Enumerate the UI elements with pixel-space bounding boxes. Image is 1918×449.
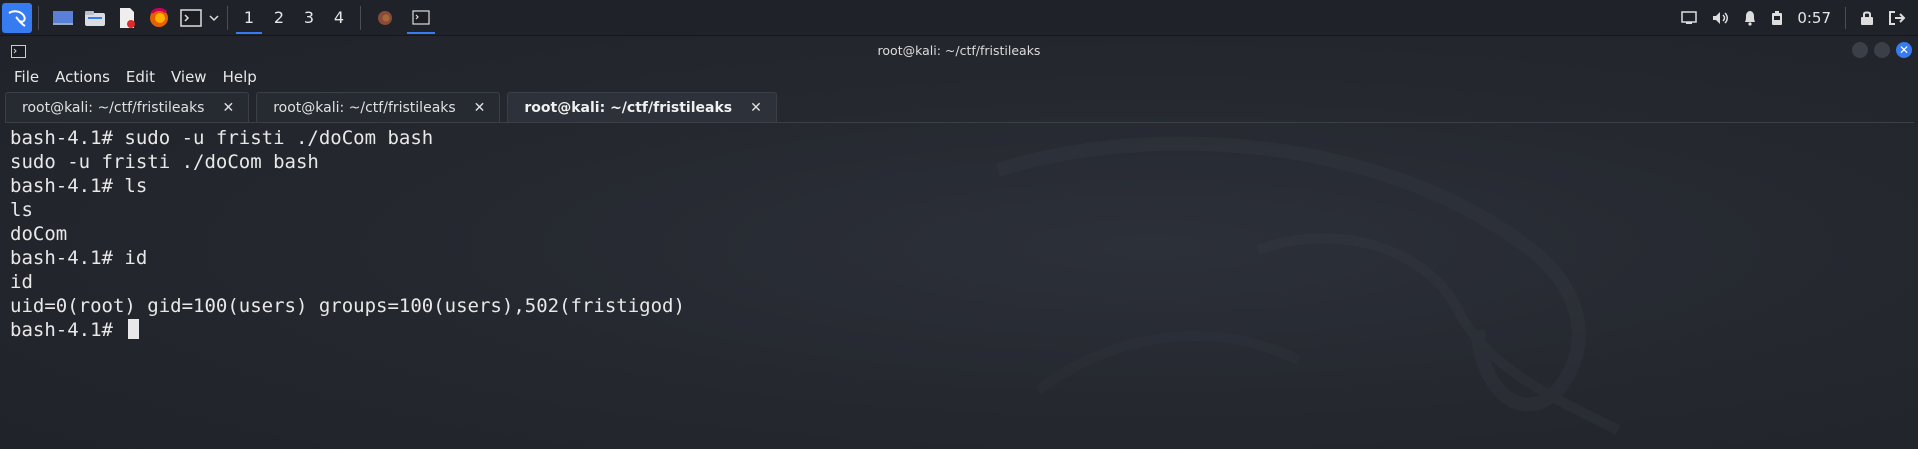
workspace-1[interactable]: 1 bbox=[234, 0, 264, 35]
volume-icon[interactable] bbox=[1711, 10, 1729, 26]
workspace-2[interactable]: 2 bbox=[264, 0, 294, 35]
tab-label: root@kali: ~/ctf/fristileaks bbox=[524, 99, 733, 116]
terminal-prompt: bash-4.1# bbox=[10, 319, 125, 341]
menu-bar: File Actions Edit View Help bbox=[6, 66, 265, 88]
terminal-line: bash-4.1# sudo -u fristi ./doCom bash bbox=[10, 127, 434, 149]
close-icon: ✕ bbox=[1898, 43, 1910, 57]
display-icon[interactable] bbox=[1681, 10, 1698, 25]
tab-close-icon[interactable]: ✕ bbox=[474, 100, 486, 116]
desktop: 1 2 3 4 0:57 root@kali: ~/ctf/fristileak… bbox=[0, 0, 1918, 449]
tab-bar: root@kali: ~/ctf/fristileaks ✕ root@kali… bbox=[5, 92, 1914, 123]
menu-file[interactable]: File bbox=[6, 66, 47, 88]
terminal-launcher-icon[interactable] bbox=[177, 4, 205, 32]
window-title: root@kali: ~/ctf/fristileaks bbox=[877, 42, 1041, 58]
window-controls: ✕ bbox=[1852, 42, 1912, 58]
battery-icon[interactable] bbox=[1771, 10, 1783, 26]
tab-close-icon[interactable]: ✕ bbox=[750, 100, 762, 116]
taskbar-separator bbox=[1845, 6, 1846, 29]
terminal-window-button[interactable] bbox=[403, 0, 439, 35]
tab-close-icon[interactable]: ✕ bbox=[222, 100, 234, 116]
terminal-line: bash-4.1# id bbox=[10, 247, 148, 269]
firefox-icon[interactable] bbox=[145, 4, 173, 32]
notifications-bell-icon[interactable] bbox=[1743, 10, 1757, 26]
text-cursor bbox=[128, 319, 140, 339]
chevron-down-icon[interactable] bbox=[207, 4, 221, 32]
show-desktop-icon[interactable] bbox=[49, 4, 77, 32]
taskbar-separator bbox=[38, 5, 39, 30]
menu-actions[interactable]: Actions bbox=[47, 66, 118, 88]
terminal-line: sudo -u fristi ./doCom bash bbox=[10, 151, 319, 173]
taskbar-separator bbox=[360, 5, 361, 30]
terminal-line: bash-4.1# ls bbox=[10, 175, 148, 197]
clock[interactable]: 0:57 bbox=[1797, 9, 1831, 27]
tab-label: root@kali: ~/ctf/fristileaks bbox=[273, 99, 456, 116]
workspace-4[interactable]: 4 bbox=[324, 0, 354, 35]
taskbar-separator bbox=[227, 5, 228, 30]
window-titlebar[interactable]: root@kali: ~/ctf/fristileaks ✕ bbox=[0, 36, 1918, 64]
minimize-button[interactable] bbox=[1852, 42, 1868, 58]
taskbar: 1 2 3 4 0:57 bbox=[0, 0, 1918, 36]
close-window-button[interactable]: ✕ bbox=[1896, 42, 1912, 58]
tab-label: root@kali: ~/ctf/fristileaks bbox=[22, 99, 205, 116]
terminal-prompt-line[interactable]: bash-4.1# bbox=[10, 318, 1914, 342]
terminal-line: id bbox=[10, 271, 33, 293]
logout-icon[interactable] bbox=[1888, 10, 1906, 26]
tab-2[interactable]: root@kali: ~/ctf/fristileaks ✕ bbox=[256, 92, 501, 122]
menu-edit[interactable]: Edit bbox=[118, 66, 163, 88]
tab-1[interactable]: root@kali: ~/ctf/fristileaks ✕ bbox=[5, 92, 250, 122]
tab-3[interactable]: root@kali: ~/ctf/fristileaks ✕ bbox=[507, 92, 777, 122]
terminal-line: uid=0(root) gid=100(users) groups=100(us… bbox=[10, 295, 685, 317]
kali-menu-icon[interactable] bbox=[2, 2, 32, 33]
terminal-line: ls bbox=[10, 199, 33, 221]
workspace-3[interactable]: 3 bbox=[294, 0, 324, 35]
menu-help[interactable]: Help bbox=[215, 66, 265, 88]
menu-view[interactable]: View bbox=[163, 66, 215, 88]
terminal-line: doCom bbox=[10, 223, 68, 245]
file-manager-icon[interactable] bbox=[81, 4, 109, 32]
lock-icon[interactable] bbox=[1860, 10, 1874, 26]
terminal-output[interactable]: bash-4.1# sudo -u fristi ./doCom bash su… bbox=[10, 126, 1914, 449]
firefox-window-button[interactable] bbox=[367, 0, 403, 35]
text-editor-icon[interactable] bbox=[113, 4, 141, 32]
maximize-button[interactable] bbox=[1874, 42, 1890, 58]
system-tray: 0:57 bbox=[1667, 0, 1918, 35]
